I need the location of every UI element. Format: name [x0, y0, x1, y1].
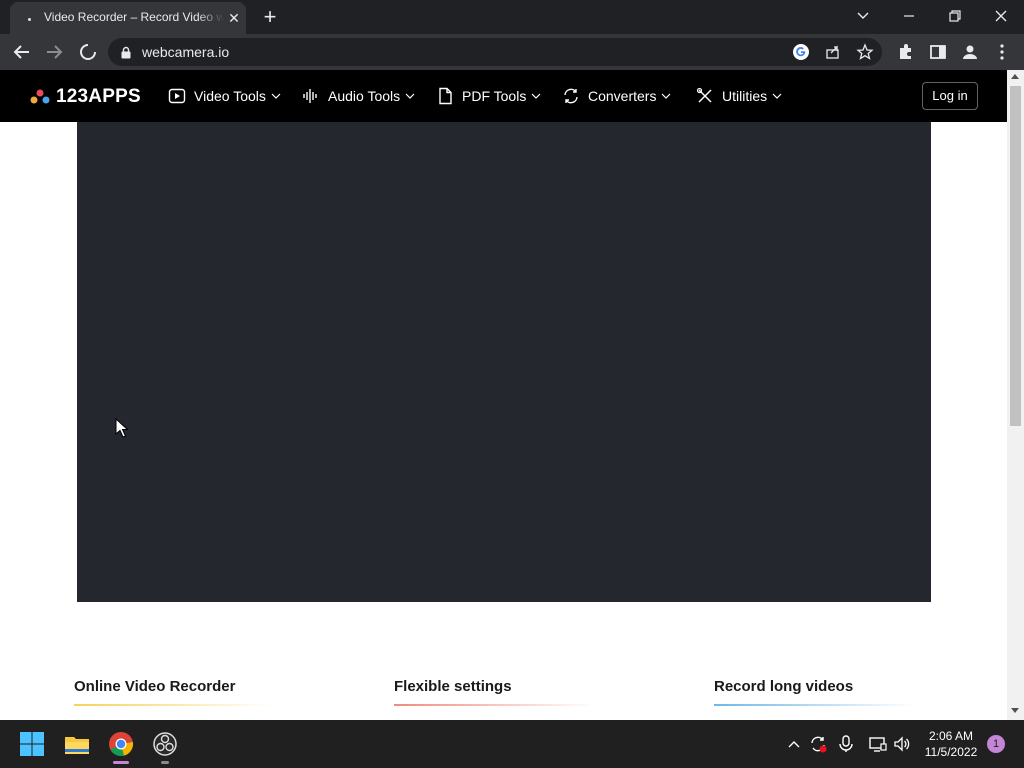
nav-pdf-tools[interactable]: PDF Tools: [436, 86, 541, 106]
document-icon: [439, 87, 452, 105]
feature-title: Record long videos: [714, 678, 854, 695]
feature-underline: [74, 704, 274, 706]
nav-label: PDF Tools: [462, 88, 527, 104]
running-app-indicator: [161, 761, 169, 764]
extensions-puzzle-icon[interactable]: [896, 42, 916, 62]
tab-favicon-icon: [28, 18, 31, 21]
system-clock[interactable]: 2:06 AM 11/5/2022: [918, 728, 984, 760]
tab-search-icon[interactable]: [848, 4, 878, 28]
waveform-icon: [303, 89, 317, 103]
login-button[interactable]: Log in: [922, 82, 978, 110]
feature-flexible-settings: Flexible settings: [394, 678, 594, 708]
chevron-down-icon: [662, 93, 671, 99]
restore-icon[interactable]: [940, 4, 970, 28]
site-header: 123APPS Video Tools Audio Tools PDF Tool…: [0, 70, 1007, 122]
google-icon[interactable]: [792, 43, 810, 61]
chevron-down-icon: [271, 93, 281, 99]
feature-title: Online Video Recorder: [74, 678, 236, 695]
clock-time: 2:06 AM: [928, 729, 974, 743]
clock-date: 11/5/2022: [924, 745, 978, 759]
nav-label: Converters: [588, 88, 657, 104]
side-panel-icon[interactable]: [928, 42, 948, 62]
obs-studio-icon[interactable]: [151, 730, 179, 758]
tray-overflow-chevron-icon[interactable]: [784, 734, 804, 754]
chevron-down-icon: [405, 93, 415, 99]
feature-title: Flexible settings: [394, 678, 512, 695]
mouse-cursor-icon: [115, 418, 129, 438]
network-icon[interactable]: [868, 734, 888, 754]
nav-label: Video Tools: [194, 88, 266, 104]
forward-arrow-icon[interactable]: [42, 40, 66, 64]
logo-text: 123APPS: [56, 86, 141, 107]
kebab-menu-icon[interactable]: [992, 42, 1012, 62]
file-explorer-icon[interactable]: [63, 730, 91, 758]
nav-utilities[interactable]: Utilities: [696, 86, 782, 106]
volume-icon[interactable]: [892, 734, 912, 754]
play-icon: [168, 88, 186, 104]
chrome-icon[interactable]: [107, 730, 135, 758]
logo-dots-icon: [30, 89, 50, 104]
windows-taskbar: 2:06 AM 11/5/2022 1: [0, 720, 1024, 768]
bookmark-star-icon[interactable]: [856, 43, 874, 61]
tools-icon: [696, 87, 712, 103]
chevron-down-icon: [772, 93, 782, 99]
active-app-indicator: [113, 761, 129, 764]
url-text[interactable]: webcamera.io: [142, 44, 229, 60]
lock-icon[interactable]: [120, 46, 132, 59]
minimize-icon[interactable]: [894, 4, 924, 28]
feature-underline: [394, 704, 594, 706]
new-tab-button[interactable]: +: [258, 6, 282, 28]
back-arrow-icon[interactable]: [10, 40, 34, 64]
page-scrollbar[interactable]: [1007, 70, 1024, 720]
tab-title: Video Recorder – Record Video with Webca…: [44, 10, 224, 24]
loading-spinner-icon[interactable]: [76, 40, 100, 64]
scroll-down-icon[interactable]: [1011, 708, 1019, 713]
nav-label: Utilities: [722, 88, 768, 104]
nav-converters[interactable]: Converters: [562, 86, 671, 106]
sync-icon[interactable]: [808, 734, 828, 754]
chevron-down-icon: [531, 93, 541, 99]
scroll-thumb[interactable]: [1010, 86, 1021, 426]
notification-badge[interactable]: 1: [987, 735, 1005, 753]
tab-close-icon[interactable]: ✕: [226, 10, 242, 26]
nav-audio-tools[interactable]: Audio Tools: [302, 86, 415, 106]
feature-underline: [714, 704, 914, 706]
windows-start-icon[interactable]: [18, 730, 46, 758]
microphone-icon[interactable]: [836, 734, 856, 754]
convert-icon: [564, 88, 578, 104]
feature-record-long-videos: Record long videos: [714, 678, 914, 708]
share-icon[interactable]: [824, 43, 842, 61]
profile-avatar-icon[interactable]: [960, 42, 980, 62]
browser-toolbar: webcamera.io: [0, 34, 1024, 70]
address-bar[interactable]: webcamera.io: [108, 38, 882, 66]
scroll-up-icon[interactable]: [1011, 74, 1019, 79]
nav-video-tools[interactable]: Video Tools: [168, 86, 281, 106]
nav-label: Audio Tools: [328, 88, 401, 104]
video-preview-area[interactable]: [77, 122, 931, 602]
browser-titlebar: Video Recorder – Record Video with Webca…: [0, 0, 1024, 34]
browser-tab[interactable]: Video Recorder – Record Video with Webca…: [10, 2, 246, 34]
feature-online-video-recorder: Online Video Recorder: [74, 678, 274, 708]
close-window-icon[interactable]: [986, 4, 1016, 28]
